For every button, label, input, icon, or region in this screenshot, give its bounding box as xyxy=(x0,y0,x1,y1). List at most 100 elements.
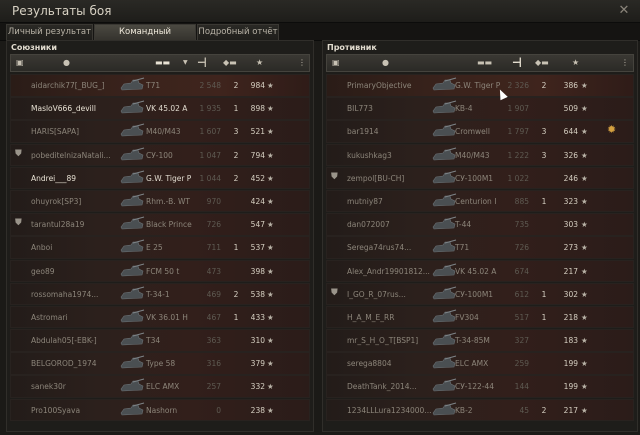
kills-tank-icon[interactable]: ◆▬ xyxy=(223,57,237,68)
tank-icon[interactable]: ▬▬ xyxy=(155,57,170,68)
table-row[interactable]: ⛊ tarantul28a19 Black Prince 726 547 ★ xyxy=(10,213,310,236)
table-row[interactable]: Andrei___89 G.W. Tiger P 1 044 2 452 ★ xyxy=(10,166,310,190)
experience-value: 984 xyxy=(250,81,265,90)
table-row[interactable]: kukushkag3 M40/M43 1 222 3 326 ★ xyxy=(326,143,634,167)
table-row[interactable]: HARIS[SAPA] M40/M43 1 607 3 521 ★ xyxy=(10,120,310,143)
table-row[interactable]: bar1914 Cromwell 1 797 3 644 ★ ✹ xyxy=(326,120,634,143)
damage-value: 467 xyxy=(206,312,221,322)
table-row[interactable]: Alex_Andr19901812... VK 45.02 A 674 217 ★ xyxy=(326,259,634,282)
table-row[interactable]: DeathTank_2014... СУ-122-44 144 199 ★ xyxy=(326,375,634,398)
star-icon: ★ xyxy=(267,312,274,322)
tank-name: СУ-100 xyxy=(146,150,173,160)
tank-name: T-34-1 xyxy=(146,289,170,299)
experience-value: 218 xyxy=(563,312,578,322)
enemies-list: PrimaryObjective G.W. Tiger P2 326 2 386 ★ BI… xyxy=(326,74,634,422)
clan-emblem-icon: ⛊ xyxy=(331,287,338,298)
close-icon[interactable]: ✕ xyxy=(616,3,632,19)
table-row[interactable]: Pro100Syava Nashorn 0 238 ★ xyxy=(10,398,310,422)
table-row[interactable]: mutniy87 Centurion I 885 1 323 ★ xyxy=(326,189,634,213)
damage-icon[interactable]: ━┫ xyxy=(198,57,208,68)
tank-icon[interactable]: ▬▬ xyxy=(477,57,492,68)
star-icon: ★ xyxy=(581,266,588,276)
squad-icon[interactable]: ▣ xyxy=(16,57,24,68)
battle-results-window: Результаты боя ✕ Личный результат Команд… xyxy=(0,0,640,435)
table-row[interactable]: dan072007 T-44 735 303 ★ xyxy=(326,213,634,236)
table-row[interactable]: mr_S_H_O_T[BSP1] T-34-85M 327 183 ★ xyxy=(326,329,634,352)
tab-team-result[interactable]: Командный результат xyxy=(94,24,196,52)
more-options-icon[interactable]: ⋮ xyxy=(298,57,306,68)
table-row[interactable]: MasloV666_devill VK 45.02 A 1 935 1 898 ★ xyxy=(10,97,310,120)
player-name: pobeditelnizaNatali... xyxy=(31,150,111,160)
experience-value: 199 xyxy=(563,382,578,392)
tank-icon xyxy=(119,170,145,186)
table-row[interactable]: ⛊ I_GO_R_07rus... СУ-100М1 612 1 302 ★ xyxy=(326,282,634,306)
kills-value: 1 xyxy=(541,289,547,299)
table-row[interactable]: 1234LLLura1234000... KB-2 45 2 217 ★ xyxy=(326,398,634,422)
table-row[interactable]: BELGOROD_1974 Type 58 316 379 ★ xyxy=(10,352,310,375)
star-icon: ★ xyxy=(581,104,588,114)
experience-value: 217 xyxy=(563,266,578,276)
kills-tank-icon[interactable]: ◆▬ xyxy=(535,57,549,68)
experience-value: 537 xyxy=(250,243,265,253)
table-row[interactable]: rossomaha1974... T-34-1 469 2 538 ★ xyxy=(10,282,310,306)
experience-value: 898 xyxy=(250,104,265,114)
table-row[interactable]: ohuyrok[SP3] Rhm.-B. WT 970 424 ★ xyxy=(10,189,310,213)
experience-star-icon[interactable]: ★ xyxy=(256,57,263,68)
table-row[interactable]: ⛊ zempol[BU-CH] СУ-100М1 1 022 246 ★ xyxy=(326,166,634,190)
player-name: sanek30r xyxy=(31,382,66,392)
tab-personal-result[interactable]: Личный результат xyxy=(6,24,93,40)
tank-icon xyxy=(431,378,457,394)
table-row[interactable]: BIL773 KB-4 1 907 509 ★ xyxy=(326,97,634,120)
star-icon: ★ xyxy=(581,312,588,322)
enemies-table-header: ▣ ● ▬▬ ━┫ ◆▬ ★ ⋮ xyxy=(326,54,634,72)
table-row[interactable]: H_A_M_E_RR FV304 517 1 218 ★ xyxy=(326,305,634,329)
tank-name: T34 xyxy=(146,336,161,346)
table-row[interactable]: ⛊ pobeditelnizaNatali... СУ-100 1 047 2 794 ★ xyxy=(10,143,310,167)
table-row[interactable]: geo89 FCM 50 t 473 398 ★ xyxy=(10,259,310,282)
enemies-panel: Противник ▣ ● ▬▬ ━┫ ◆▬ ★ ⋮ PrimaryObject… xyxy=(322,40,638,432)
player-name: MasloV666_devill xyxy=(31,104,96,114)
star-icon: ★ xyxy=(581,173,588,183)
experience-value: 238 xyxy=(250,405,265,415)
experience-value: 794 xyxy=(250,150,265,160)
table-row[interactable]: PrimaryObjective G.W. Tiger P2 326 2 386 ★ xyxy=(326,74,634,97)
window-title: Результаты боя xyxy=(12,4,112,18)
table-row[interactable]: Serega74rus74... T71 726 273 ★ xyxy=(326,236,634,259)
experience-value: 379 xyxy=(250,359,265,369)
tank-name: T-34-85M xyxy=(455,336,490,346)
table-row[interactable]: Anboi E 25 711 1 537 ★ xyxy=(10,236,310,259)
medal-icon[interactable]: ✹ xyxy=(607,124,616,135)
player-name: rossomaha1974... xyxy=(31,289,99,299)
table-row[interactable]: sanek30r ELC AMX 257 332 ★ xyxy=(10,375,310,398)
damage-icon[interactable]: ━┫ xyxy=(513,57,523,68)
table-row[interactable]: aidarchik77[_BUG_] T71 2 548 2 984 ★ xyxy=(10,74,310,97)
table-row[interactable]: serega8804 ELC AMX 259 199 ★ xyxy=(326,352,634,375)
tank-icon xyxy=(431,355,457,371)
more-options-icon[interactable]: ⋮ xyxy=(621,57,629,68)
damage-value: 726 xyxy=(206,220,221,230)
damage-value: 2 548 xyxy=(199,81,221,90)
damage-value: 674 xyxy=(514,266,529,276)
tank-icon xyxy=(431,193,457,209)
damage-value: 473 xyxy=(206,266,221,276)
sort-indicator-icon: ▼ xyxy=(183,59,188,66)
kills-value: 2 xyxy=(541,405,547,415)
experience-star-icon[interactable]: ★ xyxy=(572,57,579,68)
damage-value: 257 xyxy=(206,382,221,392)
kills-value: 3 xyxy=(233,127,239,137)
star-icon: ★ xyxy=(581,289,588,299)
tank-icon xyxy=(431,170,457,186)
table-row[interactable]: Abdulah05[-EBK-] T34 363 310 ★ xyxy=(10,329,310,352)
squad-icon[interactable]: ▣ xyxy=(332,57,340,68)
player-name: Astromari xyxy=(31,312,68,322)
tank-icon xyxy=(431,239,457,255)
player-icon[interactable]: ● xyxy=(63,57,70,68)
star-icon: ★ xyxy=(267,104,274,114)
tab-detailed-report[interactable]: Подробный отчёт xyxy=(197,24,279,40)
allies-table-header: ▣ ● ▬▬ ▼ ━┫ ◆▬ ★ ⋮ xyxy=(10,54,310,72)
tank-icon xyxy=(431,263,457,279)
player-icon[interactable]: ● xyxy=(382,57,389,68)
table-row[interactable]: Astromari VK 36.01 H 467 1 433 ★ xyxy=(10,305,310,329)
experience-value: 386 xyxy=(563,81,578,90)
tank-icon xyxy=(119,193,145,209)
